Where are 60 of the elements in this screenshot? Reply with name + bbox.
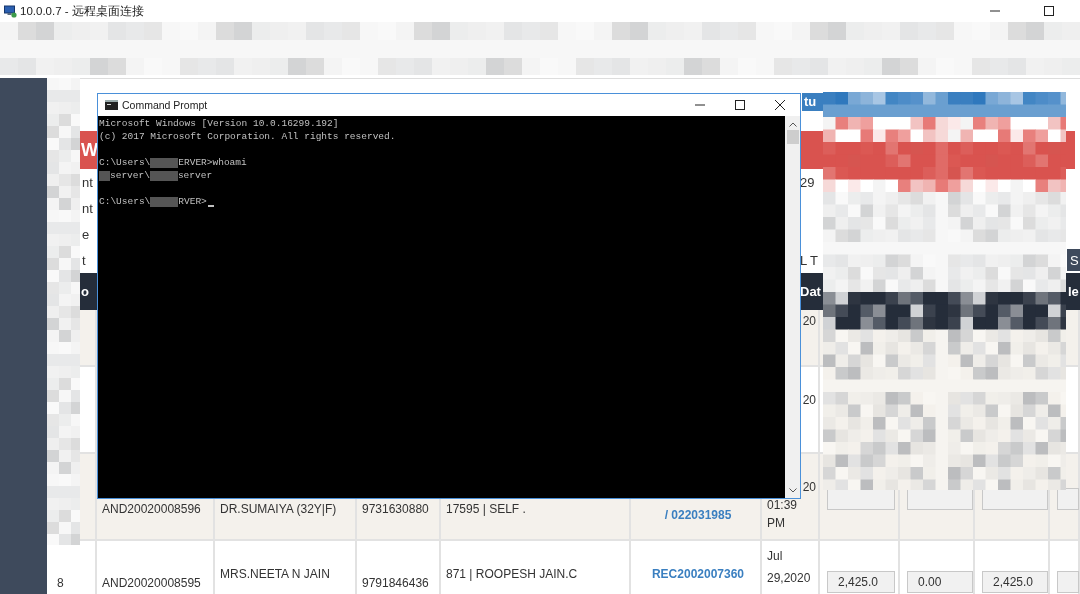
- amount-field[interactable]: [982, 488, 1048, 510]
- receipt-link[interactable]: / 022031985: [664, 506, 732, 524]
- console-text: C:\Users\: [99, 196, 151, 207]
- terminal-icon: [105, 100, 118, 110]
- search-button[interactable]: S: [1067, 249, 1080, 271]
- date-text: 20: [802, 313, 817, 330]
- scrollbar[interactable]: [785, 116, 800, 498]
- redaction-block: [149, 170, 178, 181]
- amount-field[interactable]: [1057, 571, 1079, 593]
- amount-field[interactable]: 2,425.0: [827, 571, 895, 593]
- table-cell-text: 9731630880: [362, 501, 430, 518]
- date-text: PM: [767, 515, 786, 532]
- table-cell-text: 871 | ROOPESH JAIN.C: [446, 566, 579, 583]
- amount-field[interactable]: 0.00: [907, 571, 973, 593]
- caret-down-icon[interactable]: [788, 488, 797, 493]
- table-cell-text: AND20020008596: [102, 501, 202, 518]
- column-header: Dat: [800, 284, 821, 299]
- redaction-block: [99, 170, 110, 181]
- label-text: nt: [82, 174, 94, 190]
- table-cell-text: MRS.NEETA N JAIN: [220, 566, 331, 583]
- console-text: ERVER>whoami: [178, 157, 247, 168]
- table-cell-text: 8: [57, 575, 65, 592]
- window-title: 10.0.0.7 - 远程桌面连接: [20, 3, 144, 19]
- remote-desktop-icon: [4, 4, 17, 18]
- caret-up-icon[interactable]: [788, 122, 797, 127]
- column-header: le: [1068, 284, 1079, 299]
- tab[interactable]: tu: [802, 93, 824, 111]
- label-text: t: [82, 252, 87, 268]
- console-text: server: [177, 170, 213, 181]
- maximize-icon: [735, 100, 745, 110]
- receipt-link[interactable]: REC2002007360: [651, 565, 745, 583]
- amount-field[interactable]: 2,425.0: [982, 571, 1048, 593]
- table-cell-text: 9791846436: [362, 575, 430, 592]
- date-text: 20: [802, 479, 817, 496]
- console-text: RVER>: [178, 196, 207, 207]
- column-header: o: [81, 284, 89, 299]
- redaction-block: [150, 196, 179, 207]
- label-text: e: [82, 226, 91, 242]
- amount-field[interactable]: [827, 488, 895, 510]
- close-icon: [775, 100, 785, 110]
- date-text: Jul: [767, 548, 784, 565]
- table-cell-text: DR.SUMAIYA (32Y|F): [220, 501, 338, 518]
- console-text: (c) 2017 Microsoft Corporation. All rights reserved.: [99, 131, 396, 142]
- table-cell-text: 17595 | SELF .: [446, 501, 527, 518]
- date-text: 01:39: [767, 497, 799, 514]
- console-text: Microsoft Windows [Version 10.0.16299.192]: [99, 118, 339, 129]
- label-text: nt: [82, 200, 94, 216]
- label-text: L T: [800, 252, 819, 268]
- maximize-icon: [1044, 6, 1054, 16]
- console-text: server\: [110, 170, 150, 181]
- scrollbar-thumb[interactable]: [786, 130, 799, 144]
- window-title: Command Prompt: [122, 99, 208, 111]
- redaction-block: [150, 157, 179, 168]
- amount-field[interactable]: [1057, 488, 1079, 510]
- amount-field[interactable]: [907, 488, 973, 510]
- table-cell-text: AND20020008595: [102, 575, 202, 592]
- date-text: 20: [802, 392, 817, 409]
- date-text: 29,2020: [767, 570, 812, 587]
- console-text: C:\Users\: [99, 157, 151, 168]
- label-text: 29: [800, 174, 815, 190]
